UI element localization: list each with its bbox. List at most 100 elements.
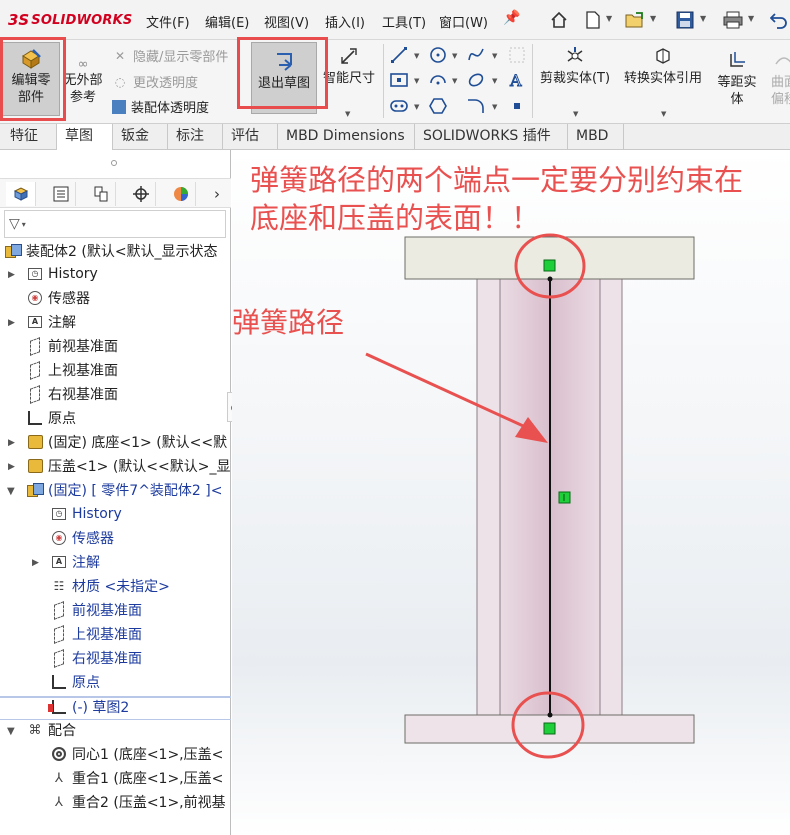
open-icon[interactable] bbox=[624, 9, 646, 31]
open-dropdown-icon[interactable]: ▼ bbox=[650, 14, 656, 23]
no-external-references-button[interactable]: ∞ 无外部 参考 bbox=[62, 54, 104, 116]
tree-item-front-plane[interactable]: 前视基准面 bbox=[26, 335, 118, 357]
slot-icon[interactable] bbox=[389, 96, 409, 116]
ellipse-icon[interactable] bbox=[466, 70, 486, 90]
dimxpert-manager-tab-icon[interactable] bbox=[126, 182, 156, 206]
point-icon[interactable] bbox=[507, 96, 527, 116]
fillet-dropdown-icon[interactable]: ▼ bbox=[492, 103, 497, 111]
menu-insert[interactable]: 插入(I) bbox=[325, 12, 365, 31]
save-icon[interactable] bbox=[674, 9, 696, 31]
tree-item-part-material[interactable]: ☷ 材质 <未指定> bbox=[50, 575, 170, 597]
collapse-arrow-icon[interactable]: ▼ bbox=[7, 726, 15, 737]
tree-item-part-sensors[interactable]: ◉ 传感器 bbox=[50, 527, 114, 549]
tree-item-right-plane[interactable]: 右视基准面 bbox=[26, 383, 118, 405]
trim-dropdown-icon[interactable]: ▼ bbox=[573, 106, 578, 123]
tree-item-annotations[interactable]: A 注解 bbox=[26, 311, 76, 333]
tree-item-part-origin[interactable]: 原点 bbox=[50, 671, 100, 693]
tree-item-part-right-plane[interactable]: 右视基准面 bbox=[50, 647, 142, 669]
tree-item-sensors[interactable]: ◉ 传感器 bbox=[26, 287, 90, 309]
smart-dimension-button[interactable]: 智能尺寸 ▼ bbox=[319, 46, 379, 118]
tree-item-cover-component[interactable]: 压盖<1> (默认<<默认>_显 bbox=[26, 455, 230, 477]
tree-item-coincident1[interactable]: ⅄ 重合1 (底座<1>,压盖< bbox=[50, 767, 223, 789]
construction-geometry-icon[interactable] bbox=[507, 45, 527, 65]
tree-item-mates[interactable]: ⌘ 配合 bbox=[26, 719, 77, 741]
pin-icon[interactable]: 📌 bbox=[503, 10, 520, 26]
rectangle-dropdown-icon[interactable]: ▼ bbox=[414, 77, 419, 85]
expand-tabs-icon[interactable]: › bbox=[202, 182, 232, 206]
smart-dimension-dropdown-icon[interactable]: ▼ bbox=[345, 106, 350, 123]
tree-filter[interactable]: ▽ ▾ bbox=[4, 210, 226, 238]
collapse-arrow-icon[interactable]: ▼ bbox=[7, 486, 15, 497]
tree-item-concentric1[interactable]: 同心1 (底座<1>,压盖< bbox=[50, 743, 223, 765]
slot-dropdown-icon[interactable]: ▼ bbox=[414, 103, 419, 111]
panel-splitter-handle[interactable] bbox=[111, 160, 117, 166]
path-end-point[interactable] bbox=[547, 712, 553, 718]
feature-manager-tab-icon[interactable] bbox=[6, 182, 36, 206]
tree-root-assembly[interactable]: 装配体2 (默认<默认_显示状态 bbox=[4, 240, 218, 262]
circle-icon[interactable] bbox=[428, 45, 448, 65]
new-document-icon[interactable] bbox=[582, 9, 604, 31]
menu-view[interactable]: 视图(V) bbox=[264, 12, 309, 31]
expand-arrow-icon[interactable]: ▶ bbox=[8, 462, 15, 472]
tab-sketch[interactable]: 草图 bbox=[57, 124, 113, 150]
home-icon[interactable] bbox=[548, 9, 570, 31]
tree-item-top-plane[interactable]: 上视基准面 bbox=[26, 359, 118, 381]
convert-dropdown-icon[interactable]: ▼ bbox=[661, 106, 666, 123]
tab-markup[interactable]: 标注 bbox=[168, 124, 223, 150]
tree-item-coincident2[interactable]: ⅄ 重合2 (压盖<1>,前视基 bbox=[50, 791, 226, 813]
tree-item-history[interactable]: ◷ History bbox=[26, 263, 98, 285]
expand-arrow-icon[interactable]: ▶ bbox=[8, 318, 15, 328]
ellipse-dropdown-icon[interactable]: ▼ bbox=[492, 77, 497, 85]
expand-arrow-icon[interactable]: ▶ bbox=[8, 270, 15, 280]
cover-part[interactable] bbox=[404, 236, 695, 280]
coincident-relation-icon[interactable] bbox=[543, 722, 556, 735]
menu-window[interactable]: 窗口(W) bbox=[439, 12, 488, 31]
tab-solidworks-addins[interactable]: SOLIDWORKS 插件 bbox=[415, 124, 568, 150]
tree-item-part-front-plane[interactable]: 前视基准面 bbox=[50, 599, 142, 621]
graphics-area[interactable]: 弹簧路径的两个端点一定要分别约束在 底座和压盖的表面！！ 弹簧路径 bbox=[232, 150, 790, 835]
spline-dropdown-icon[interactable]: ▼ bbox=[492, 52, 497, 60]
tree-item-base-component[interactable]: (固定) 底座<1> (默认<<默 bbox=[26, 431, 227, 453]
display-manager-tab-icon[interactable] bbox=[166, 182, 196, 206]
tab-evaluate[interactable]: 评估 bbox=[223, 124, 278, 150]
print-icon[interactable] bbox=[722, 9, 744, 31]
path-start-point[interactable] bbox=[547, 276, 553, 282]
arc-dropdown-icon[interactable]: ▼ bbox=[452, 77, 457, 85]
coincident-relation-icon[interactable] bbox=[543, 259, 556, 272]
new-dropdown-icon[interactable]: ▼ bbox=[606, 14, 612, 23]
menu-file[interactable]: 文件(F) bbox=[146, 12, 190, 31]
offset-entities-button[interactable]: 等距实 体 bbox=[712, 50, 762, 116]
tab-features[interactable]: 特征 bbox=[2, 124, 57, 150]
tab-mbd-dimensions[interactable]: MBD Dimensions bbox=[278, 124, 415, 150]
offset-on-surface-button[interactable]: 曲面 偏移 bbox=[764, 50, 790, 116]
tab-sheet-metal[interactable]: 钣金 bbox=[113, 124, 168, 150]
trim-entities-button[interactable]: 剪裁实体(T) ▼ bbox=[537, 46, 613, 118]
tab-mbd[interactable]: MBD bbox=[568, 124, 624, 150]
tree-item-origin[interactable]: 原点 bbox=[26, 407, 76, 429]
expand-arrow-icon[interactable]: ▶ bbox=[8, 438, 15, 448]
print-dropdown-icon[interactable]: ▼ bbox=[748, 14, 754, 23]
spline-icon[interactable] bbox=[466, 45, 486, 65]
fillet-icon[interactable] bbox=[466, 96, 486, 116]
solidworks-logo[interactable]: 3S SOLIDWORKS bbox=[8, 10, 132, 30]
menu-edit[interactable]: 编辑(E) bbox=[205, 12, 249, 31]
hide-show-components-button[interactable]: ✕ 隐藏/显示零部件 bbox=[112, 46, 228, 66]
tree-item-edited-part[interactable]: (固定) [ 零件7^装配体2 ]< bbox=[26, 479, 222, 501]
convert-entities-button[interactable]: 转换实体引用 ▼ bbox=[617, 46, 709, 118]
undo-icon[interactable] bbox=[768, 9, 790, 31]
circle-dropdown-icon[interactable]: ▼ bbox=[452, 52, 457, 60]
tree-item-sketch2[interactable]: (-) 草图2 bbox=[48, 696, 129, 718]
property-manager-tab-icon[interactable] bbox=[46, 182, 76, 206]
text-icon[interactable]: A bbox=[507, 70, 527, 90]
tree-item-part-annotations[interactable]: A 注解 bbox=[50, 551, 100, 573]
menu-tools[interactable]: 工具(T) bbox=[382, 12, 426, 31]
polygon-icon[interactable] bbox=[428, 96, 448, 116]
tree-item-part-history[interactable]: ◷ History bbox=[50, 503, 122, 525]
change-transparency-button[interactable]: ◌ 更改透明度 bbox=[112, 72, 198, 92]
rectangle-icon[interactable] bbox=[389, 70, 409, 90]
assembly-transparency-button[interactable]: 装配体透明度 bbox=[112, 97, 209, 116]
line-icon[interactable] bbox=[389, 45, 409, 65]
save-dropdown-icon[interactable]: ▼ bbox=[700, 14, 706, 23]
arc-icon[interactable] bbox=[428, 70, 448, 90]
configuration-manager-tab-icon[interactable] bbox=[86, 182, 116, 206]
